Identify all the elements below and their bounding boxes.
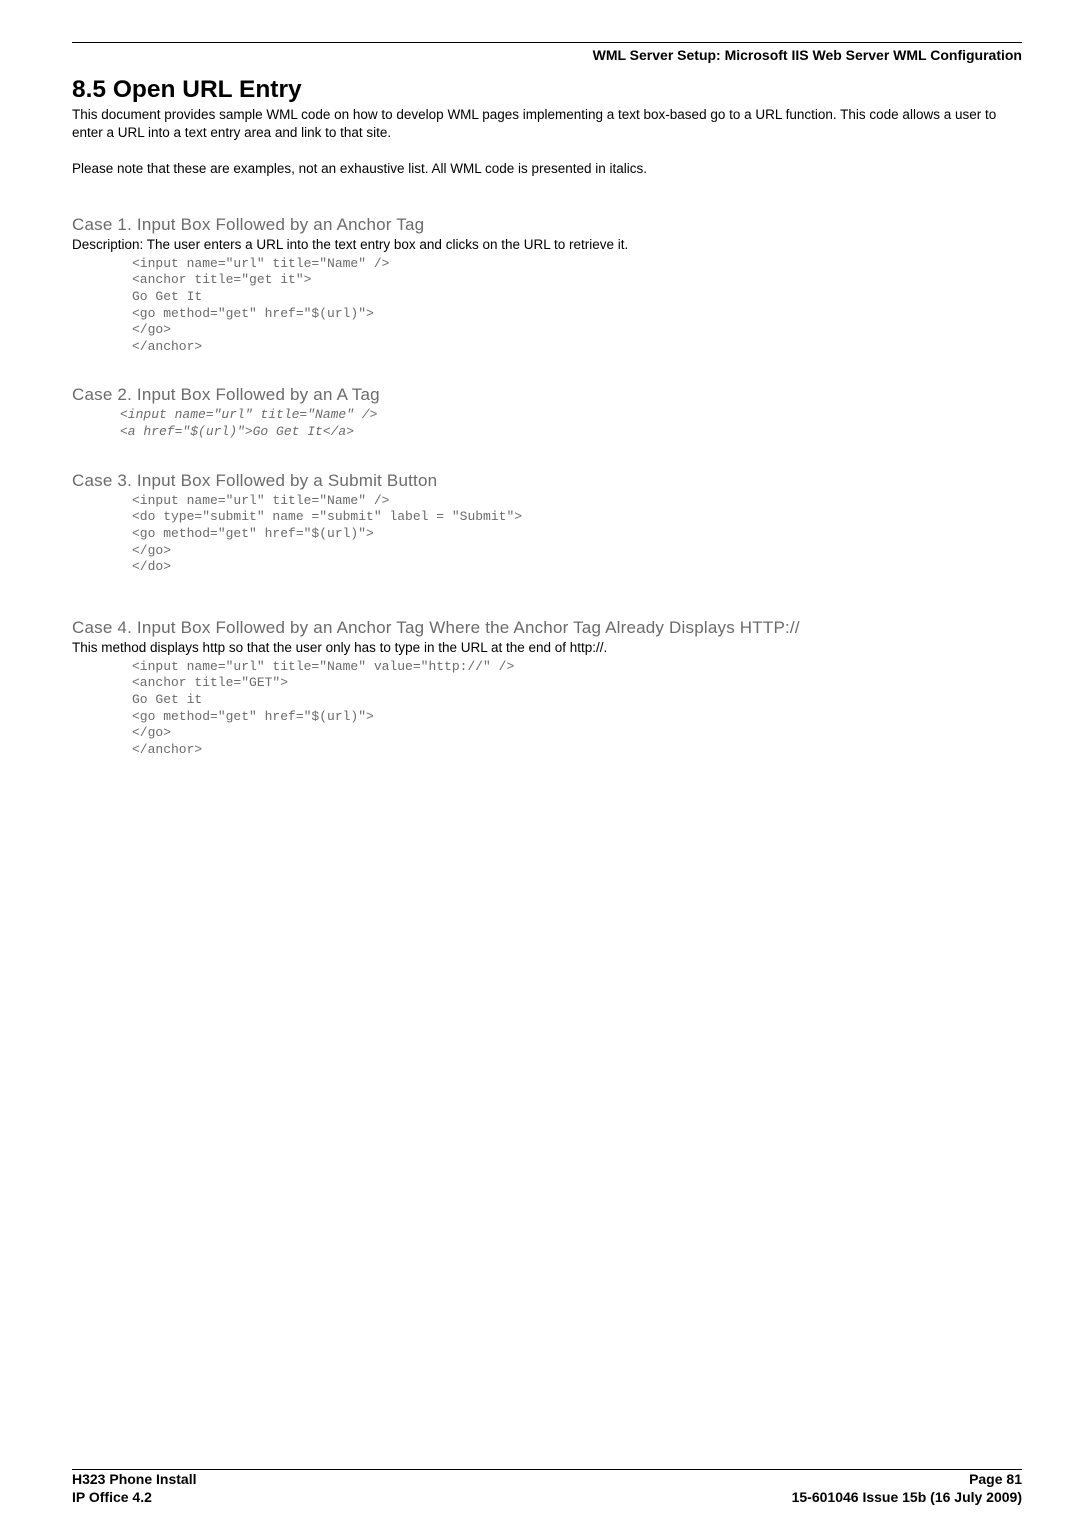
case1-description: Description: The user enters a URL into … xyxy=(72,237,1022,252)
case3-code: <input name="url" title="Name" /> <do ty… xyxy=(132,493,1022,576)
case1-code: <input name="url" title="Name" /> <ancho… xyxy=(132,256,1022,356)
case4-heading: Case 4. Input Box Followed by an Anchor … xyxy=(72,618,1022,638)
spacer xyxy=(72,576,1022,606)
footer-left-line2: IP Office 4.2 xyxy=(72,1488,196,1506)
case4-description: This method displays http so that the us… xyxy=(72,640,1022,655)
header-text: WML Server Setup: Microsoft IIS Web Serv… xyxy=(593,47,1022,63)
page: WML Server Setup: Microsoft IIS Web Serv… xyxy=(0,0,1080,1528)
intro-paragraph-2: Please note that these are examples, not… xyxy=(72,160,1022,178)
footer: H323 Phone Install IP Office 4.2 Page 81… xyxy=(72,1470,1022,1506)
spacer xyxy=(72,355,1022,385)
spacer xyxy=(72,185,1022,215)
intro-paragraph-1: This document provides sample WML code o… xyxy=(72,106,1022,142)
case4-code: <input name="url" title="Name" value="ht… xyxy=(132,659,1022,759)
footer-right: Page 81 15-601046 Issue 15b (16 July 200… xyxy=(792,1470,1022,1506)
footer-right-line2: 15-601046 Issue 15b (16 July 2009) xyxy=(792,1488,1022,1506)
case1-heading: Case 1. Input Box Followed by an Anchor … xyxy=(72,215,1022,235)
top-rule xyxy=(72,42,1022,43)
spacer xyxy=(72,606,1022,618)
footer-left: H323 Phone Install IP Office 4.2 xyxy=(72,1470,196,1506)
footer-right-line1: Page 81 xyxy=(792,1470,1022,1488)
footer-left-line1: H323 Phone Install xyxy=(72,1470,196,1488)
content-area: 8.5 Open URL Entry This document provide… xyxy=(72,70,1022,759)
case2-code: <input name="url" title="Name" /> <a hre… xyxy=(120,407,1022,440)
case2-heading: Case 2. Input Box Followed by an A Tag xyxy=(72,385,1022,405)
spacer xyxy=(72,441,1022,471)
section-title: 8.5 Open URL Entry xyxy=(72,76,1022,104)
spacer xyxy=(72,148,1022,160)
case3-heading: Case 3. Input Box Followed by a Submit B… xyxy=(72,471,1022,491)
